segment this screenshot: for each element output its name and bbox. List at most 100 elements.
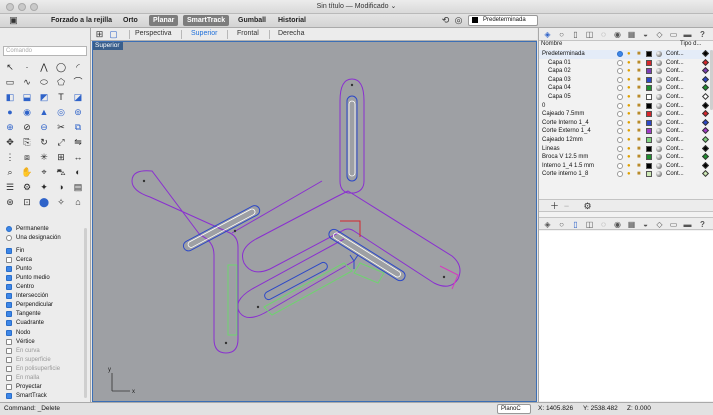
print-color-icon[interactable] (701, 135, 710, 143)
layer-row[interactable]: Interno 1_4 1.5 mm ● ■ Cont... (539, 161, 713, 171)
polygon-icon[interactable]: ⬠ (54, 76, 68, 89)
layer-options-gear-icon[interactable]: ⚙ (582, 201, 593, 212)
osnap-row[interactable]: Cerca (6, 255, 88, 264)
lock-icon[interactable]: ■ (637, 102, 641, 111)
osnap-checkbox[interactable] (6, 247, 12, 254)
lock-icon[interactable]: ■ (637, 153, 641, 162)
linetype-label[interactable]: Cont... (666, 50, 684, 59)
print-color-icon[interactable] (701, 58, 710, 66)
layers-tab-icon[interactable]: ◈ (542, 29, 553, 40)
material2-tab-icon[interactable]: ◉ (612, 219, 623, 230)
print-color-icon[interactable] (701, 170, 710, 178)
shield2-tab-icon[interactable]: ◇ (654, 219, 665, 230)
material-icon[interactable] (656, 119, 662, 126)
layer-row[interactable]: Corte Interno 1_4 ● ■ Cont... (539, 118, 713, 128)
document-tab-icon[interactable]: ▯ (570, 29, 581, 40)
print-color-icon[interactable] (701, 67, 710, 75)
linetype-label[interactable]: Cont... (666, 127, 684, 136)
copy-icon[interactable]: ⎘ (20, 136, 34, 149)
layer-icon[interactable]: ☰ (3, 181, 17, 194)
current-layer-radio[interactable] (617, 111, 623, 118)
circle-icon[interactable]: ◯ (54, 61, 68, 74)
layer-row[interactable]: 0 ● ■ Cont... (539, 101, 713, 111)
osnap-checkbox[interactable] (6, 356, 12, 363)
current-layer-radio[interactable] (617, 93, 623, 100)
print-color-icon[interactable] (701, 92, 710, 101)
current-layer-radio[interactable] (617, 162, 623, 169)
linetype-label[interactable]: Cont... (666, 84, 684, 93)
tag-icon[interactable]: ⌂ (71, 196, 85, 209)
bulb2-tab-icon[interactable]: ◌ (598, 219, 609, 230)
lock-icon[interactable]: ■ (637, 84, 641, 93)
layer-color-swatch[interactable] (646, 119, 652, 126)
top-viewport[interactable]: y x Superior (92, 41, 537, 402)
layer-name[interactable]: Capa 04 (548, 84, 571, 93)
visibility-bulb-icon[interactable]: ● (627, 59, 631, 68)
linetype-label[interactable]: Cont... (666, 119, 684, 128)
light-icon[interactable]: ✧ (54, 196, 68, 209)
globe-icon[interactable]: ⊛ (3, 196, 17, 209)
lock-icon[interactable]: ■ (637, 59, 641, 68)
tab-top[interactable]: Superior (191, 30, 217, 37)
linetype-label[interactable]: Cont... (666, 145, 684, 154)
layer-color-swatch[interactable] (646, 85, 652, 92)
undo-view-icon[interactable]: ⟲ (440, 15, 451, 26)
screen2-tab-icon[interactable]: ▬ (682, 219, 693, 230)
layer-color-swatch[interactable] (646, 162, 652, 169)
osnap-checkbox[interactable] (6, 347, 12, 354)
object2-tab-icon[interactable]: ○ (556, 219, 567, 230)
layer-color-swatch[interactable] (646, 154, 652, 161)
current-layer-dropdown[interactable]: Predeterminada (468, 15, 538, 26)
material-icon[interactable]: ⬤ (37, 196, 51, 209)
layer-row[interactable]: Lineas ● ■ Cont... (539, 144, 713, 154)
osnap-checkbox[interactable] (6, 284, 12, 291)
layer-color-swatch[interactable] (646, 111, 652, 118)
osnap-checkbox[interactable] (6, 338, 12, 345)
layer-name[interactable]: Cajeado 7.5mm (542, 110, 584, 119)
material-icon[interactable] (656, 85, 662, 92)
add-layer-icon[interactable]: ＋ (549, 201, 560, 212)
material-icon[interactable] (656, 76, 662, 83)
lock-icon[interactable]: ■ (637, 110, 641, 119)
visibility-bulb-icon[interactable]: ● (627, 93, 631, 102)
material-icon[interactable] (656, 68, 662, 75)
visibility-bulb-icon[interactable]: ● (627, 145, 631, 154)
current-layer-radio[interactable] (617, 171, 623, 178)
layers2-tab-icon[interactable]: ◈ (542, 219, 553, 230)
scale-icon[interactable]: ⤢ (54, 136, 68, 149)
visibility-bulb-icon[interactable]: ● (627, 170, 631, 179)
extrude-icon[interactable]: ⬓ (20, 91, 34, 104)
layer-row[interactable]: Capa 02 ● ■ Cont... (539, 67, 713, 76)
visibility-bulb-icon[interactable]: ● (627, 136, 631, 145)
material-tab-icon[interactable]: ◉ (612, 29, 623, 40)
layer-name[interactable]: Capa 01 (548, 59, 571, 68)
layer-name[interactable]: Cajeado 12mm (542, 136, 583, 145)
camera-tab-icon[interactable]: ◫ (584, 29, 595, 40)
fillet-icon[interactable]: ⌒ (71, 76, 85, 89)
layer-color-swatch[interactable] (646, 93, 652, 100)
current-layer-radio[interactable] (617, 51, 623, 57)
rectangle-icon[interactable]: ▭ (3, 76, 17, 89)
osnap-row[interactable]: En superficie (6, 355, 88, 364)
osnap-row[interactable]: Punto medio (6, 273, 88, 282)
display-tab-icon[interactable]: ◒ (640, 29, 651, 40)
material-icon[interactable] (656, 136, 662, 143)
lock-icon[interactable]: ■ (637, 136, 641, 145)
box-icon[interactable]: ◧ (3, 91, 17, 104)
current-layer-radio[interactable] (617, 85, 623, 92)
monitor2-tab-icon[interactable]: ▭ (668, 219, 679, 230)
once-radio[interactable] (6, 234, 12, 241)
document2-tab-icon[interactable]: ▯ (570, 219, 581, 230)
osnap-row[interactable]: Tangente (6, 310, 88, 319)
osnap-mode-once[interactable]: Una designación (6, 233, 88, 242)
material-icon[interactable] (656, 102, 662, 109)
display2-tab-icon[interactable]: ◒ (640, 219, 651, 230)
layer-name[interactable]: Corte interno 1_8 (542, 170, 588, 179)
array-icon[interactable]: ⋮ (3, 151, 17, 164)
polyline-icon[interactable]: ⋀ (37, 61, 51, 74)
column-name[interactable]: Nombre (541, 41, 562, 47)
material-icon[interactable] (656, 145, 662, 152)
layer-row[interactable]: Capa 03 ● ■ Cont... (539, 75, 713, 85)
layer-row[interactable]: Cajeado 12mm ● ■ Cont... (539, 135, 713, 145)
visibility-bulb-icon[interactable]: ● (627, 84, 631, 93)
